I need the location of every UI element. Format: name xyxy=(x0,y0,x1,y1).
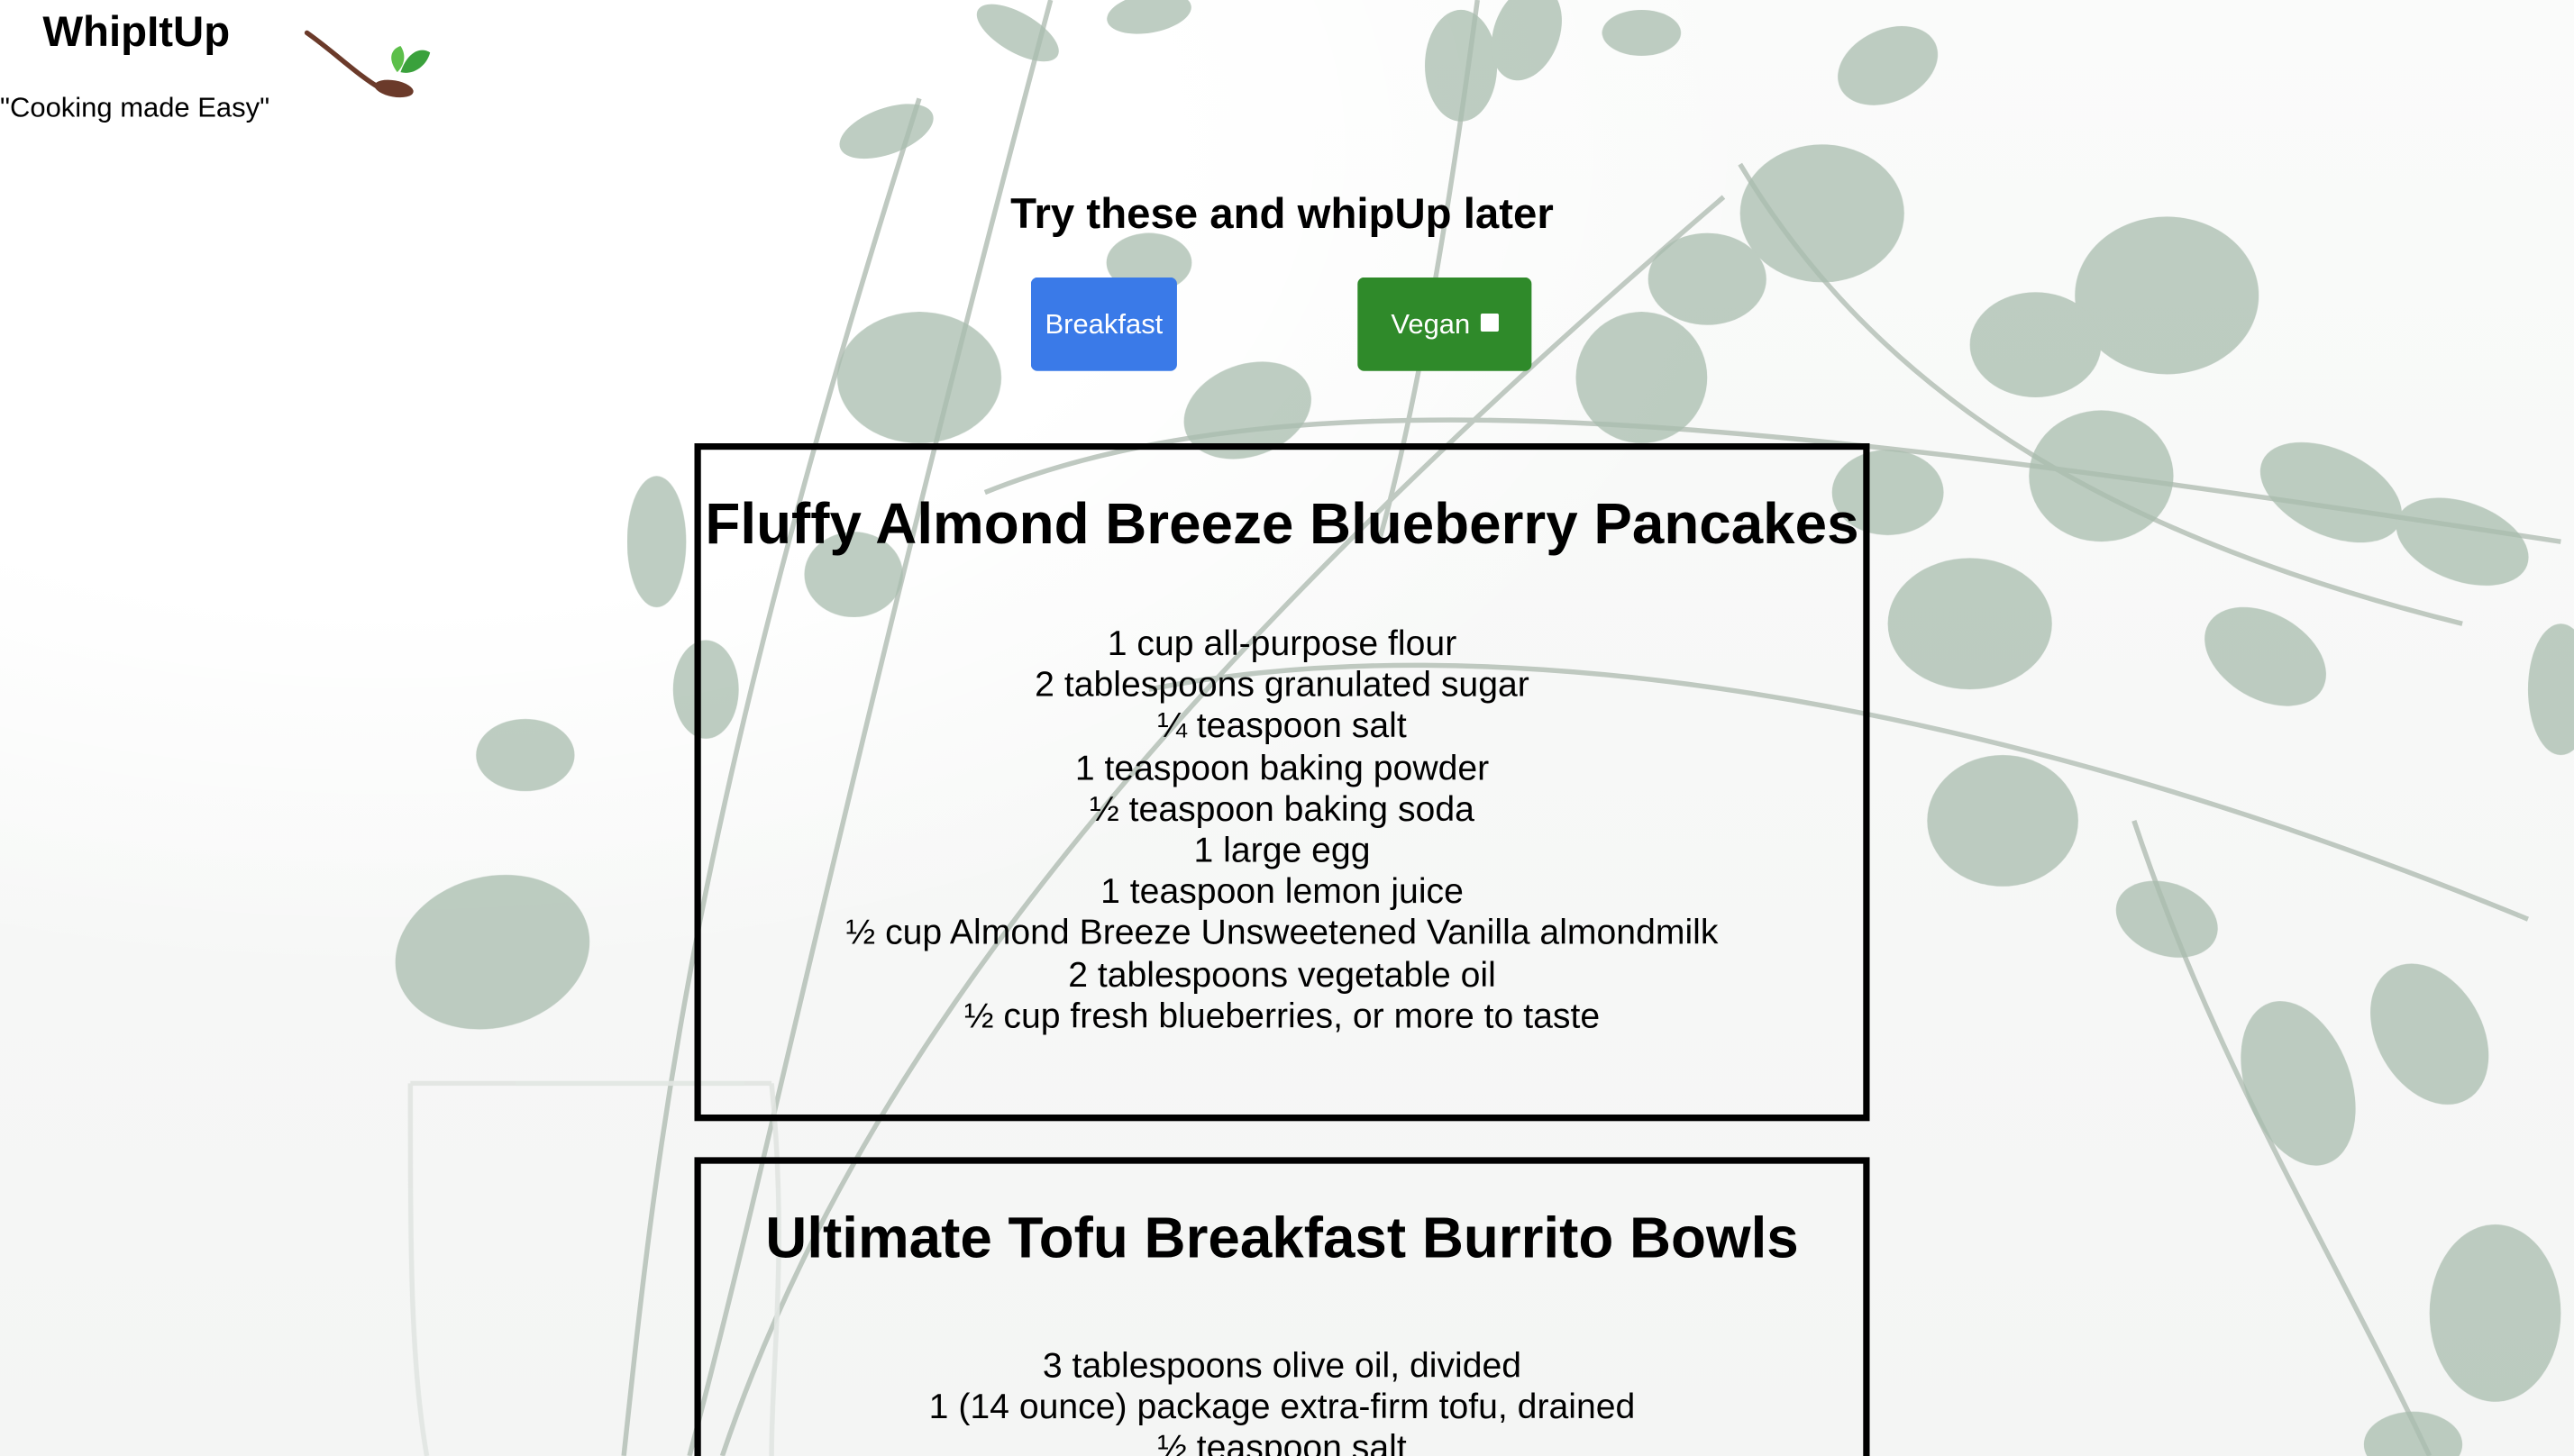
recipe-card: Ultimate Tofu Breakfast Burrito Bowls 3 … xyxy=(694,1157,1870,1456)
ingredient-item: 1 teaspoon baking powder xyxy=(1074,748,1490,787)
recipe-card: Fluffy Almond Breeze Blueberry Pancakes … xyxy=(694,442,1870,1122)
page: WhipItUp "Cooking made Easy" Try these a… xyxy=(0,0,2574,1456)
vegan-filter-button[interactable]: Vegan xyxy=(1357,277,1532,371)
breakfast-filter-button[interactable]: Breakfast xyxy=(1030,277,1177,371)
ingredient-item: 2 tablespoons granulated sugar xyxy=(1035,665,1529,705)
square-icon xyxy=(1480,313,1499,332)
ingredient-item: ½ cup fresh blueberries, or more to tast… xyxy=(963,996,1601,1036)
ingredient-list: 1 cup all-purpose flour 2 tablespoons gr… xyxy=(701,623,1864,1037)
ingredient-item: 2 tablespoons vegetable oil xyxy=(1068,954,1496,995)
ingredient-list: 3 tablespoons olive oil, divided 1 (14 o… xyxy=(701,1346,1864,1456)
ingredient-item: 1 cup all-purpose flour xyxy=(1107,623,1457,664)
ingredient-item: 1 (14 ounce) package extra-firm tofu, dr… xyxy=(928,1387,1636,1427)
brand-name: WhipItUp xyxy=(42,6,231,56)
spoon-leaf-icon xyxy=(304,30,431,98)
ingredient-item: ¼ teaspoon salt xyxy=(1157,706,1407,746)
ingredient-item: 1 large egg xyxy=(1193,830,1371,870)
section-heading: Try these and whipUp later xyxy=(1010,188,1554,239)
breakfast-filter-label: Breakfast xyxy=(1045,307,1164,340)
ingredient-item: ½ teaspoon salt xyxy=(1157,1428,1407,1456)
recipe-title: Ultimate Tofu Breakfast Burrito Bowls xyxy=(765,1206,1799,1271)
ingredient-item: 1 teaspoon lemon juice xyxy=(1100,871,1464,912)
brand-tagline: "Cooking made Easy" xyxy=(0,92,270,123)
recipe-title: Fluffy Almond Breeze Blueberry Pancakes xyxy=(705,492,1859,557)
ingredient-item: ½ cup Almond Breeze Unsweetened Vanilla … xyxy=(845,913,1719,953)
vegan-filter-label: Vegan xyxy=(1391,307,1471,340)
ingredient-item: ½ teaspoon baking soda xyxy=(1090,788,1474,829)
ingredient-item: 3 tablespoons olive oil, divided xyxy=(1042,1345,1522,1386)
